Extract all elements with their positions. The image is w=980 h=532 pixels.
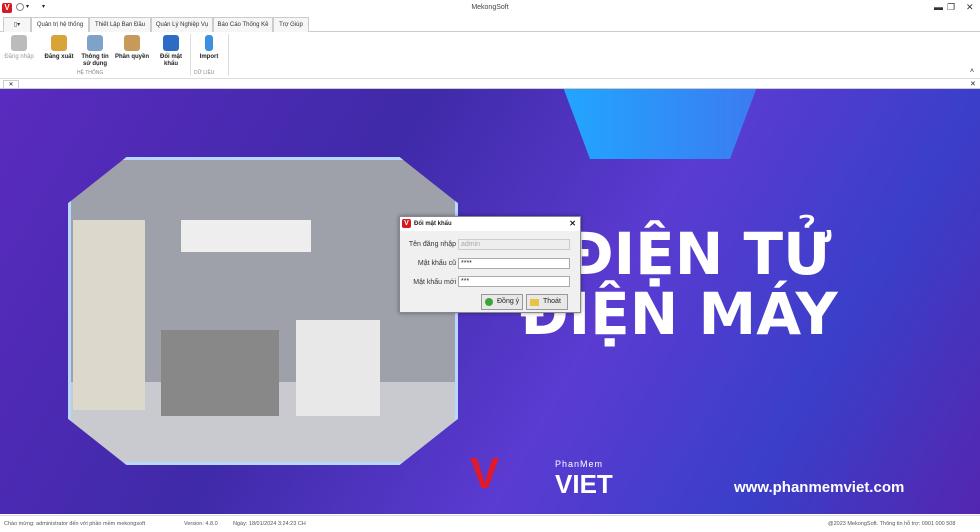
- close-tab-icon[interactable]: ✕: [3, 80, 19, 89]
- status-welcome: Chào mừng: administrator đến với phần mề…: [4, 521, 146, 527]
- window-title: MekongSoft: [471, 4, 509, 11]
- ok-button[interactable]: Đồng ý: [481, 294, 523, 310]
- tab-reports[interactable]: Báo Cáo Thống Kê: [213, 17, 273, 32]
- login-button[interactable]: Đăng nhập: [4, 35, 34, 61]
- dialog-title-bar: V Đổi mật khẩu ✕: [400, 217, 580, 231]
- status-version: Version: 4.8.0: [184, 521, 218, 527]
- group-label-system: HỆ THỐNG: [77, 70, 104, 76]
- user-info-button[interactable]: Thông tin sử dụng: [80, 35, 110, 68]
- old-password-field[interactable]: ****: [458, 258, 570, 269]
- dialog-close-icon[interactable]: ✕: [569, 217, 576, 231]
- exit-button[interactable]: Thoát: [526, 294, 568, 310]
- ribbon: Đăng nhập Đăng xuất Thông tin sử dụng Ph…: [0, 32, 980, 79]
- refresh-key-icon: [163, 35, 179, 51]
- restore-icon[interactable]: ❐: [947, 2, 955, 13]
- dialog-title: Đổi mật khẩu: [414, 221, 452, 227]
- title-bar: V ▾ ▾ MekongSoft ▬ ❐ ✕: [0, 0, 980, 17]
- group-divider: [190, 34, 191, 76]
- lock-icon: [11, 35, 27, 51]
- tab-setup[interactable]: Thiết Lập Ban Đầu: [89, 17, 151, 32]
- brand-logo-icon: V: [470, 449, 500, 498]
- old-password-label: Mật khẩu cũ: [417, 260, 456, 267]
- minimize-icon[interactable]: ▬: [934, 2, 943, 12]
- tab-help[interactable]: Trợ Giúp: [273, 17, 309, 32]
- database-icon: [205, 35, 213, 51]
- collapse-ribbon-icon[interactable]: ˄: [970, 68, 974, 75]
- new-password-label: Mật khẩu mới: [413, 279, 456, 286]
- username-field: admin: [458, 239, 570, 250]
- ribbon-tabs: ▯▾ Quản trị hệ thống Thiết Lập Ban Đầu Q…: [0, 16, 980, 33]
- status-date: Ngày: 18/01/2024 3:24:23 CH: [233, 521, 306, 527]
- permissions-button[interactable]: Phân quyền: [114, 35, 150, 61]
- logout-icon: [51, 35, 67, 51]
- tab-operations[interactable]: Quản Lý Nghiệp Vụ: [151, 17, 213, 32]
- group-label-data: DỮ LIỆU: [194, 70, 215, 76]
- website-url: www.phanmemviet.com: [734, 479, 905, 496]
- logout-button[interactable]: Đăng xuất: [42, 35, 76, 61]
- decor-shape: [560, 89, 760, 159]
- brand-big: VIET: [555, 469, 613, 499]
- status-bar: Chào mừng: administrator đến với phần mề…: [0, 515, 980, 531]
- brand-small: PhanMem: [555, 459, 604, 469]
- user-info-icon: [87, 35, 103, 51]
- document-tab-strip: ✕ ✕: [0, 80, 980, 89]
- change-password-dialog: V Đổi mật khẩu ✕ Tên đăng nhập admin Mật…: [399, 216, 581, 313]
- app-logo-icon: V: [402, 219, 411, 228]
- import-button[interactable]: Import: [196, 35, 222, 61]
- users-icon: [124, 35, 140, 51]
- tab-system[interactable]: Quản trị hệ thống: [31, 17, 89, 33]
- app-menu-button[interactable]: ▯▾: [3, 17, 31, 32]
- check-icon: [485, 298, 493, 306]
- status-copyright: @2023 MekongSoft. Thông tin hỗ trợ: 0901…: [828, 521, 956, 527]
- new-password-field[interactable]: ***: [458, 276, 570, 287]
- change-password-button[interactable]: Đổi mật khẩu: [156, 35, 186, 68]
- close-window-icon[interactable]: ✕: [966, 2, 974, 13]
- username-label: Tên đăng nhập: [408, 241, 456, 248]
- close-document-icon[interactable]: ✕: [970, 80, 976, 88]
- exit-icon: [530, 299, 539, 306]
- group-divider: [228, 34, 229, 76]
